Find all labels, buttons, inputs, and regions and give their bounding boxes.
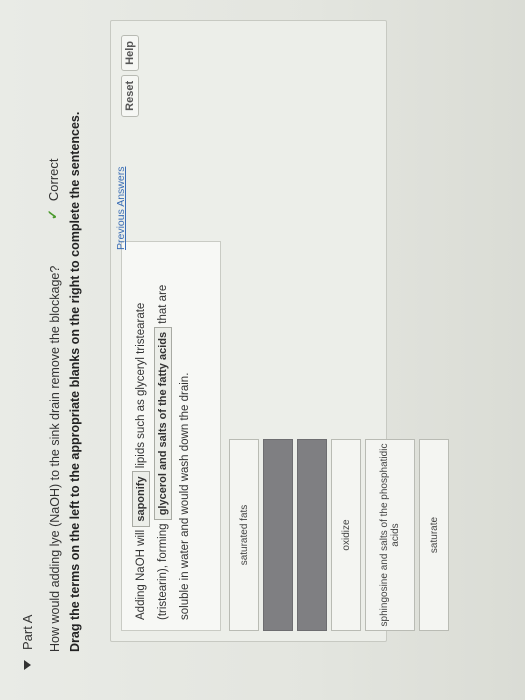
part-header[interactable]: Part A xyxy=(20,615,35,670)
correct-feedback: ✓ Correct xyxy=(45,158,61,220)
correct-label: Correct xyxy=(45,158,61,202)
term-oxidize[interactable]: oxidize xyxy=(331,439,361,631)
reset-button[interactable]: Reset xyxy=(121,74,139,117)
instructions-text: Drag the terms on the left to the approp… xyxy=(68,111,82,652)
previous-answers-link[interactable]: Previous Answers xyxy=(115,167,127,250)
panel-buttons: Reset Help xyxy=(121,35,139,117)
drag-drop-panel: Reset Help saturated fats oxidize sphing… xyxy=(110,20,449,642)
term-bank: saturated fats oxidize sphingosine and s… xyxy=(229,431,449,631)
checkmark-icon: ✓ xyxy=(45,209,60,220)
term-slot-empty xyxy=(297,439,327,631)
term-sphingosine[interactable]: sphingosine and salts of the phosphatidi… xyxy=(365,439,415,631)
term-slot-empty xyxy=(263,439,293,631)
term-saturate[interactable]: saturate xyxy=(419,439,449,631)
blank-2[interactable]: glycerol and salts of the fatty acids xyxy=(154,326,172,521)
sentence-part1: Adding NaOH will xyxy=(135,529,147,620)
help-button[interactable]: Help xyxy=(121,35,139,71)
sentence-box: Adding NaOH will saponify lipids such as… xyxy=(121,241,221,631)
blank-1[interactable]: saponify xyxy=(132,471,150,527)
question-text: How would adding lye (NaOH) to the sink … xyxy=(48,265,62,652)
collapse-triangle-icon[interactable] xyxy=(24,660,31,670)
term-saturated-fats[interactable]: saturated fats xyxy=(229,439,259,631)
rotated-screen: Part A How would adding lye (NaOH) to th… xyxy=(0,0,525,700)
part-label: Part A xyxy=(20,614,35,650)
